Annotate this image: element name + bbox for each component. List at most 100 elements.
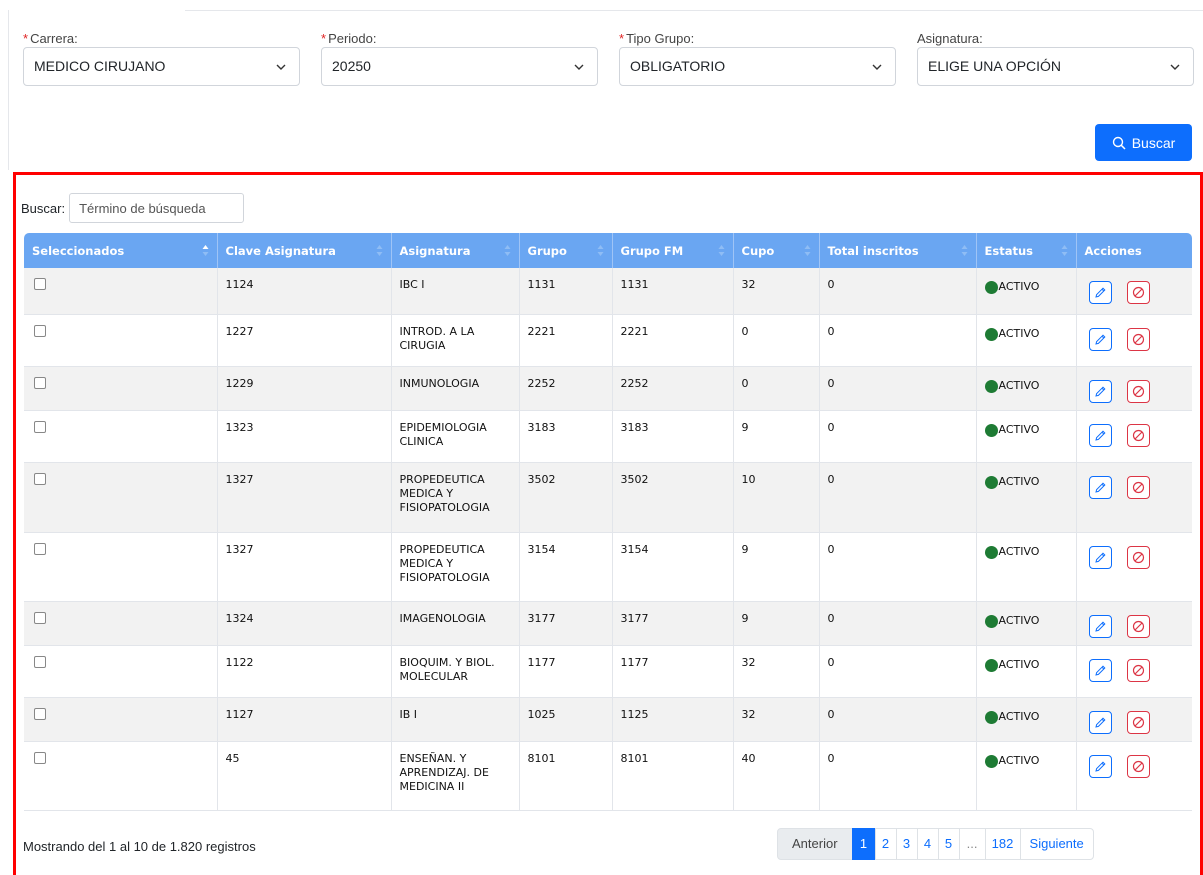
delete-button[interactable]: [1126, 327, 1150, 351]
edit-button[interactable]: [1088, 281, 1112, 304]
delete-button[interactable]: [1126, 281, 1150, 304]
col-total-inscritos[interactable]: Total inscritos: [819, 233, 977, 268]
asignatura-line: PROPEDEUTICA: [399, 472, 485, 486]
status-dot-icon: [984, 379, 998, 393]
col-grupo-fm[interactable]: Grupo FM: [612, 233, 734, 268]
cell-acciones: [1076, 697, 1192, 742]
cell-inscritos: 0: [819, 532, 977, 602]
table-search-label: Buscar:: [21, 200, 66, 216]
cell-grupo-fm: 3177: [612, 601, 734, 646]
cell-asignatura: BIOQUIM. Y BIOL. MOLECULAR: [391, 645, 520, 698]
status-text: ACTIVO: [998, 280, 1040, 293]
pagination-next[interactable]: Siguiente: [1019, 828, 1094, 860]
row-checkbox[interactable]: [34, 278, 46, 290]
table-row: 1124 IBC I 1131 1131 32 0 ACTIVO: [24, 268, 1192, 315]
sort-icon: [1061, 245, 1067, 256]
col-seleccionados[interactable]: Seleccionados: [24, 233, 218, 268]
pagination-page-4[interactable]: 4: [916, 828, 939, 860]
row-checkbox[interactable]: [34, 542, 46, 555]
table-search-input[interactable]: [69, 193, 245, 223]
carrera-select[interactable]: MEDICO CIRUJANO: [23, 47, 300, 86]
pagination-page-2[interactable]: 2: [874, 828, 897, 860]
buscar-button[interactable]: Buscar: [1095, 124, 1192, 161]
status-text: ACTIVO: [998, 422, 1040, 436]
pagination-page-5[interactable]: 5: [937, 828, 960, 860]
row-checkbox[interactable]: [34, 751, 46, 764]
col-asignatura[interactable]: Asignatura: [391, 233, 520, 268]
cell-grupo: 3177: [519, 601, 613, 646]
col-clave-label: Clave Asignatura: [225, 243, 336, 258]
edit-button[interactable]: [1088, 710, 1112, 734]
cell-select: [24, 462, 218, 533]
pencil-icon: [1094, 333, 1106, 345]
delete-button[interactable]: [1126, 545, 1150, 569]
edit-button[interactable]: [1088, 327, 1112, 351]
search-icon: [1112, 136, 1126, 150]
delete-button[interactable]: [1126, 754, 1150, 778]
cell-grupo-fm: 1177: [612, 645, 734, 698]
sort-icon: [504, 245, 510, 256]
row-checkbox[interactable]: [34, 472, 46, 485]
pagination-page-3[interactable]: 3: [895, 828, 918, 860]
col-cupo-label: Cupo: [741, 243, 775, 258]
status-badge: ACTIVO: [984, 710, 1068, 724]
row-checkbox[interactable]: [34, 376, 46, 389]
col-clave-asignatura[interactable]: Clave Asignatura: [217, 233, 392, 268]
tipo-grupo-select[interactable]: OBLIGATORIO: [619, 47, 896, 86]
col-grupo[interactable]: Grupo: [519, 233, 613, 268]
delete-button[interactable]: [1126, 710, 1150, 734]
delete-button[interactable]: [1126, 658, 1150, 682]
cell-select: [24, 532, 218, 602]
row-checkbox[interactable]: [34, 707, 46, 720]
cell-cupo: 0: [733, 314, 820, 367]
delete-button[interactable]: [1126, 379, 1150, 403]
cell-estatus: ACTIVO: [976, 697, 1077, 742]
pencil-icon: [1094, 287, 1106, 298]
tipo-grupo-value: OBLIGATORIO: [630, 58, 726, 74]
asignatura-select[interactable]: ELIGE UNA OPCIÓN: [917, 47, 1194, 86]
periodo-select[interactable]: 20250: [321, 47, 598, 86]
cell-grupo-fm: 8101: [612, 741, 734, 811]
edit-button[interactable]: [1088, 379, 1112, 403]
row-checkbox[interactable]: [34, 324, 46, 337]
sort-asc-icon: [202, 245, 208, 256]
delete-button[interactable]: [1126, 614, 1150, 638]
delete-button[interactable]: [1126, 475, 1150, 499]
delete-button[interactable]: [1126, 423, 1150, 447]
ban-icon: [1132, 716, 1144, 728]
edit-button[interactable]: [1088, 754, 1112, 778]
cell-inscritos: 0: [819, 741, 977, 811]
filter-tipo-grupo: * Tipo Grupo: OBLIGATORIO: [619, 31, 896, 86]
cell-inscritos: 0: [819, 366, 977, 411]
edit-button[interactable]: [1088, 423, 1112, 447]
chevron-down-icon: [574, 64, 584, 70]
pagination-prev[interactable]: Anterior: [777, 828, 853, 860]
pagination-page-last[interactable]: 182: [984, 828, 1021, 860]
cell-cupo: 10: [733, 462, 820, 533]
edit-button[interactable]: [1088, 614, 1112, 638]
asignatura-line: MOLECULAR: [399, 669, 469, 683]
col-cupo[interactable]: Cupo: [733, 233, 820, 268]
cell-clave: 1122: [217, 645, 392, 698]
asignatura-line: CIRUGIA: [399, 338, 446, 352]
edit-button[interactable]: [1088, 658, 1112, 682]
sort-icon: [804, 245, 810, 256]
cell-inscritos: 0: [819, 410, 977, 463]
cell-select: [24, 314, 218, 367]
edit-button[interactable]: [1088, 545, 1112, 569]
table-info: Mostrando del 1 al 10 de 1.820 registros: [23, 839, 256, 854]
row-actions: [1085, 545, 1185, 569]
row-checkbox[interactable]: [34, 420, 46, 433]
pagination-page-1[interactable]: 1: [851, 828, 876, 860]
required-mark: *: [321, 31, 327, 46]
row-checkbox[interactable]: [34, 611, 46, 624]
cell-clave: 1227: [217, 314, 392, 367]
col-estatus[interactable]: Estatus: [976, 233, 1077, 268]
row-checkbox[interactable]: [34, 655, 46, 668]
status-dot-icon: [984, 545, 998, 559]
sort-icon: [597, 245, 603, 256]
edit-button[interactable]: [1088, 475, 1112, 499]
table-row: 45 ENSEÑAN. Y APRENDIZAJ. DE MEDICINA II 810…: [24, 741, 1192, 811]
status-text: ACTIVO: [998, 544, 1040, 558]
asignatura-line: IBC I: [399, 278, 425, 291]
